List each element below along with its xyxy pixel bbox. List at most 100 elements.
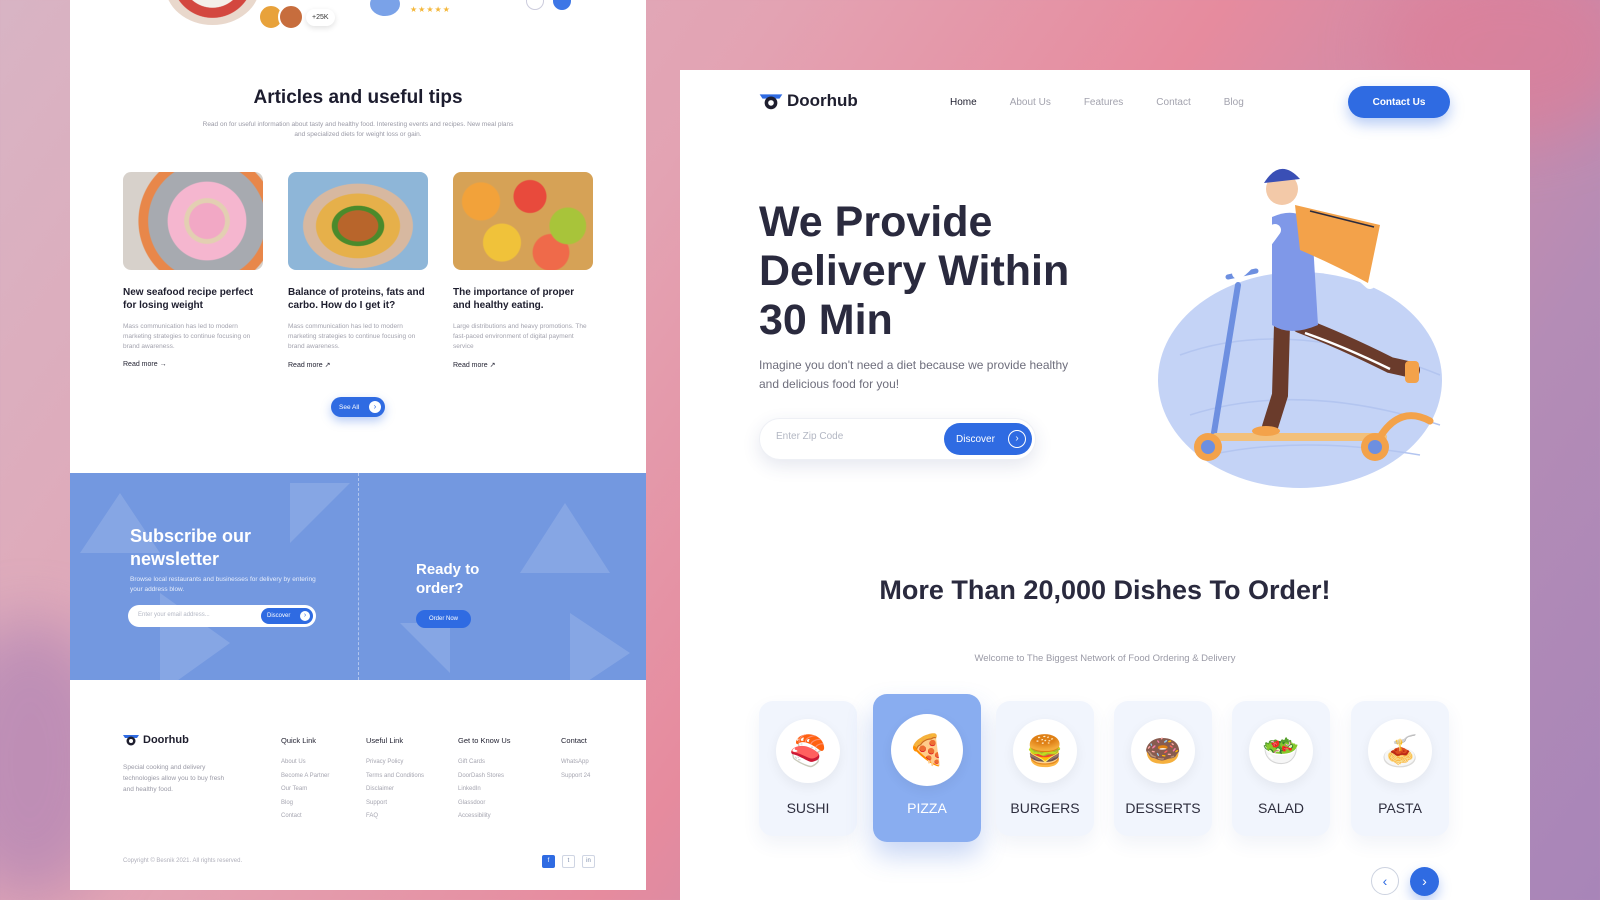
category-card-burgers[interactable]: 🍔 BURGERS	[996, 701, 1094, 836]
category-card-salad[interactable]: 🥗 SALAD	[1232, 701, 1330, 836]
footer-column-quick-link: Quick Link About Us Become A Partner Our…	[281, 736, 329, 824]
footer-link[interactable]: Our Team	[281, 783, 329, 797]
footer-link[interactable]: Glassdoor	[458, 797, 511, 811]
donut-photo	[123, 172, 263, 270]
nav-about-us[interactable]: About Us	[1010, 97, 1051, 108]
category-label: SALAD	[1258, 800, 1304, 816]
zip-code-input[interactable]	[774, 430, 928, 443]
section-divider	[358, 473, 359, 680]
chevron-right-icon[interactable]: ›	[1410, 867, 1439, 896]
footer-link[interactable]: DoorDash Stores	[458, 770, 511, 784]
discover-button[interactable]: Discover ›	[944, 423, 1032, 455]
pizza-icon: 🍕	[891, 714, 963, 786]
article-title[interactable]: Balance of proteins, fats and carbo. How…	[288, 286, 428, 312]
newsletter-form: Enter your email address... Discover ›	[128, 605, 316, 627]
see-all-button[interactable]: See All ›	[331, 397, 385, 417]
nav-contact[interactable]: Contact	[1156, 97, 1190, 108]
category-label: PIZZA	[907, 800, 947, 816]
newsletter-discover-button[interactable]: Discover ›	[261, 608, 313, 624]
contact-us-button[interactable]: Contact Us	[1348, 86, 1450, 118]
article-excerpt: Mass communication has led to modern mar…	[123, 323, 251, 350]
social-links: f t in	[542, 855, 595, 868]
footer-column-heading: Get to Know Us	[458, 736, 511, 745]
category-label: BURGERS	[1010, 800, 1080, 816]
copyright-text: Copyright © Besnik 2021. All rights rese…	[123, 858, 243, 864]
reviewer-avatar	[370, 0, 400, 16]
donut-icon: 🍩	[1131, 719, 1195, 783]
burger-icon: 🍔	[1013, 719, 1077, 783]
linkedin-icon[interactable]: in	[582, 855, 595, 868]
chevron-left-icon[interactable]: ‹	[1371, 867, 1399, 895]
salad-icon: 🥗	[1249, 719, 1313, 783]
footer-link[interactable]: Disclaimer	[366, 783, 424, 797]
header-logo[interactable]: Doorhub	[759, 91, 858, 111]
avatar-count: +25K	[306, 8, 335, 26]
category-card-pasta[interactable]: 🍝 PASTA	[1351, 701, 1449, 836]
email-input[interactable]: Enter your email address...	[138, 612, 210, 618]
footer-link[interactable]: Blog	[281, 797, 329, 811]
read-more-link[interactable]: Read more ↗	[288, 361, 428, 369]
category-card-desserts[interactable]: 🍩 DESSERTS	[1114, 701, 1212, 836]
delivery-scooter-illustration	[1158, 168, 1442, 488]
articles-title: Articles and useful tips	[253, 87, 463, 108]
article-card[interactable]: Balance of proteins, fats and carbo. How…	[288, 172, 428, 369]
nav-home[interactable]: Home	[950, 97, 977, 108]
main-nav: Home About Us Features Contact Blog	[950, 97, 1244, 108]
sushi-icon: 🍣	[776, 719, 840, 783]
footer-link[interactable]: FAQ	[366, 810, 424, 824]
footer-column-heading: Contact	[561, 736, 587, 745]
discover-label: Discover	[956, 433, 995, 445]
footer-link[interactable]: Accessibility	[458, 810, 511, 824]
category-card-sushi[interactable]: 🍣 SUSHI	[759, 701, 857, 836]
article-card[interactable]: New seafood recipe perfect for losing we…	[123, 172, 263, 368]
footer-link[interactable]: About Us	[281, 756, 329, 770]
footer-link[interactable]: WhatsApp	[561, 756, 590, 770]
footer-link[interactable]: Terms and Conditions	[366, 770, 424, 784]
carousel-prev-button[interactable]	[526, 0, 544, 10]
articles-subtitle: Read on for useful information about tas…	[202, 121, 514, 138]
article-title[interactable]: New seafood recipe perfect for losing we…	[123, 286, 263, 312]
footer-link[interactable]: Support 24	[561, 770, 590, 784]
footer-column-useful-link: Useful Link Privacy Policy Terms and Con…	[366, 736, 424, 824]
order-now-button[interactable]: Order Now	[416, 610, 471, 628]
article-title[interactable]: The importance of proper and healthy eat…	[453, 286, 593, 312]
footer-column-get-to-know-us: Get to Know Us Gift Cards DoorDash Store…	[458, 736, 511, 824]
footer-description: Special cooking and delivery technologie…	[123, 764, 225, 793]
article-card[interactable]: The importance of proper and healthy eat…	[453, 172, 593, 369]
footer-link[interactable]: Privacy Policy	[366, 756, 424, 770]
avatar	[278, 4, 304, 30]
read-more-link[interactable]: Read more ↗	[453, 361, 593, 369]
ready-to-order-title: Ready to order?	[416, 561, 480, 597]
newsletter-text: Browse local restaurants and businesses …	[130, 576, 316, 593]
category-card-pizza[interactable]: 🍕 PIZZA	[873, 694, 981, 842]
zip-code-form: Discover ›	[759, 418, 1036, 460]
carousel-next-button[interactable]	[553, 0, 571, 10]
facebook-icon[interactable]: f	[542, 855, 555, 868]
category-label: PASTA	[1378, 800, 1422, 816]
testimonial-strip: +25K ★★★★★	[70, 0, 646, 45]
footer-link[interactable]: Gift Cards	[458, 756, 511, 770]
brand-name: Doorhub	[143, 734, 189, 746]
newsletter-section: Subscribe our newsletter Browse local re…	[70, 473, 646, 680]
read-more-link[interactable]: Read more →	[123, 361, 263, 368]
left-page-mockup: +25K ★★★★★ Articles and useful tips Read…	[70, 0, 646, 890]
arrow-right-icon: ›	[1008, 430, 1026, 448]
footer-link[interactable]: Become A Partner	[281, 770, 329, 784]
footer-link[interactable]: Support	[366, 797, 424, 811]
twitter-icon[interactable]: t	[562, 855, 575, 868]
right-page-mockup: Doorhub Home About Us Features Contact B…	[680, 70, 1530, 900]
footer-logo[interactable]: Doorhub	[123, 734, 189, 746]
category-label: DESSERTS	[1125, 800, 1201, 816]
scooter-logo-icon	[123, 735, 139, 746]
decorative-shape	[570, 613, 630, 680]
burger-photo	[288, 172, 428, 270]
footer-link[interactable]: Contact	[281, 810, 329, 824]
decorative-shape	[400, 623, 450, 673]
customer-avatars: +25K	[258, 4, 335, 30]
nav-blog[interactable]: Blog	[1224, 97, 1244, 108]
citrus-photo	[453, 172, 593, 270]
article-excerpt: Large distributions and heavy promotions…	[453, 323, 587, 350]
pasta-icon: 🍝	[1368, 719, 1432, 783]
nav-features[interactable]: Features	[1084, 97, 1123, 108]
footer-link[interactable]: LinkedIn	[458, 783, 511, 797]
